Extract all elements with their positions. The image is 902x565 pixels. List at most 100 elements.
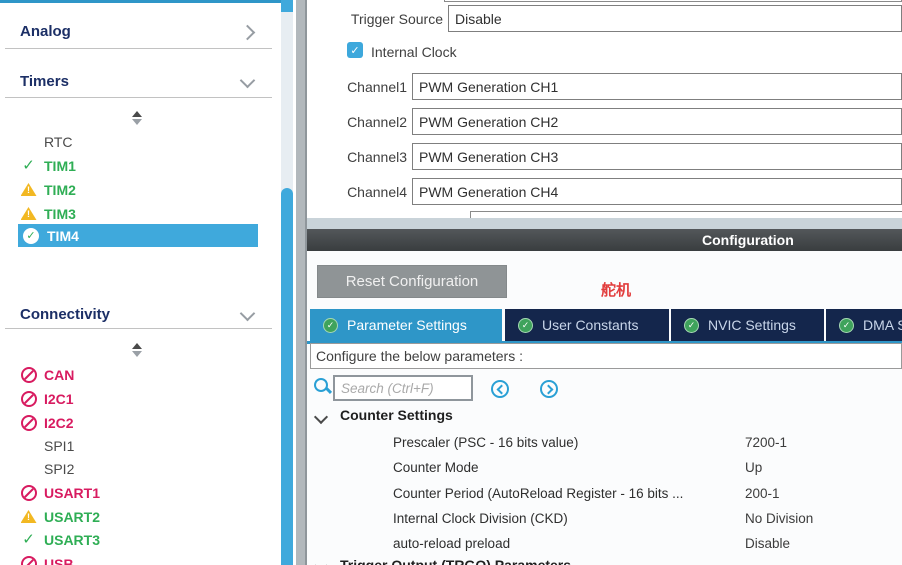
sidebar-section-analog[interactable]: Analog [20,23,71,40]
sidebar-item-label: TIM3 [44,206,76,222]
sidebar-item-spi2[interactable]: SPI2 [20,460,74,477]
configuration-header-bar [307,229,902,251]
chevron-right-icon[interactable] [240,25,256,41]
channel3-value: PWM Generation CH3 [419,149,558,165]
sidebar-item-spi1[interactable]: SPI1 [20,437,74,454]
internal-clock-label: Internal Clock [371,44,457,60]
sidebar-top-accent [0,0,296,3]
divider [5,328,272,329]
mode-config-divider [307,218,902,229]
search-input[interactable] [333,375,473,401]
sidebar-item-usart2[interactable]: USART2 [20,508,100,525]
channel1-dropdown[interactable]: PWM Generation CH1 [412,73,902,100]
sidebar-item-label: I2C2 [44,415,74,431]
search-next-button[interactable] [540,380,558,398]
tab-user-constants[interactable]: User Constants [505,309,669,341]
chevron-down-icon[interactable] [240,73,256,89]
param-value[interactable]: Up [745,460,762,475]
warning-icon [20,206,37,222]
sidebar-item-label: USART2 [44,509,100,525]
param-name: Counter Mode [393,460,741,475]
instruction-box: Configure the below parameters : [310,343,902,369]
blocked-icon [20,485,37,501]
tab-nvic-settings[interactable]: NVIC Settings [671,309,824,341]
blank-icon [20,134,37,150]
param-name: auto-reload preload [393,536,741,551]
sidebar-item-label: USART3 [44,532,100,548]
sidebar-item-label: SPI1 [44,438,74,454]
sidebar-item-label: TIM1 [44,158,76,174]
chevron-down-icon[interactable] [240,306,256,322]
check-icon [20,158,37,174]
sidebar-item-label: CAN [44,367,74,383]
internal-clock-checkbox[interactable] [347,42,363,58]
group-trigger-output[interactable]: Trigger Output (TRGO) Parameters [340,557,571,565]
param-value[interactable]: No Division [745,511,813,526]
search-icon [314,378,328,392]
chevron-right-icon [543,384,553,394]
channel2-label: Channel2 [307,114,407,130]
group-counter-settings[interactable]: Counter Settings [340,407,453,423]
param-name: Counter Period (AutoReload Register - 16… [393,486,741,501]
chevron-left-icon [496,384,506,394]
tab-label: Parameter Settings [347,317,467,333]
blocked-icon [20,391,37,407]
cubemx-pinout-config-window: Analog Timers RTC TIM1 TIM2 TIM3 TIM4 Co… [0,0,902,565]
sidebar-item-tim3[interactable]: TIM3 [20,205,76,222]
sidebar-section-timers[interactable]: Timers [20,73,69,90]
sidebar-scrollbar-top [281,0,293,12]
channel1-label: Channel1 [307,79,407,95]
channel2-dropdown[interactable]: PWM Generation CH2 [412,108,902,135]
reset-configuration-button[interactable]: Reset Configuration [317,265,507,298]
sidebar-item-tim1[interactable]: TIM1 [20,157,76,174]
tab-dma-settings[interactable]: DMA S [826,309,902,341]
param-value[interactable]: Disable [745,536,790,551]
sort-spinner-icon[interactable] [131,343,143,357]
tab-label: DMA S [863,317,902,333]
sidebar-section-connectivity[interactable]: Connectivity [20,306,110,323]
trigger-source-value: Disable [455,11,502,27]
sidebar-item-rtc[interactable]: RTC [20,133,73,150]
search-previous-button[interactable] [491,380,509,398]
sidebar-item-can[interactable]: CAN [20,366,74,383]
sidebar-item-tim4-selected[interactable]: TIM4 [18,224,258,247]
check-icon [20,532,37,548]
blank-icon [20,461,37,477]
channel3-dropdown[interactable]: PWM Generation CH3 [412,143,902,170]
blocked-icon [20,415,37,431]
channel4-dropdown[interactable]: PWM Generation CH4 [412,178,902,205]
sort-spinner-icon[interactable] [131,111,143,125]
sidebar-item-i2c2[interactable]: I2C2 [20,414,74,431]
sidebar-item-i2c1[interactable]: I2C1 [20,390,74,407]
tab-label: User Constants [542,317,638,333]
check-badge-icon [518,318,533,333]
sidebar-item-label: USB [44,556,74,565]
sidebar-item-label: RTC [44,134,73,150]
sidebar-item-label: USART1 [44,485,100,501]
param-value[interactable]: 7200-1 [745,435,787,450]
blocked-icon [20,367,37,383]
sidebar-item-usart3[interactable]: USART3 [20,531,100,548]
tab-parameter-settings[interactable]: Parameter Settings [310,309,502,341]
sidebar-item-label: I2C1 [44,391,74,407]
check-badge-icon [323,318,338,333]
check-badge-icon [839,318,854,333]
configuration-title: Configuration [702,232,794,248]
blank-icon [20,438,37,454]
channel4-label: Channel4 [307,184,407,200]
param-value[interactable]: 200-1 [745,486,780,501]
check-badge-icon [23,228,39,244]
param-name: Prescaler (PSC - 16 bits value) [393,435,741,450]
trigger-source-label: Trigger Source [307,11,443,27]
warning-icon [20,509,37,525]
channel1-value: PWM Generation CH1 [419,79,558,95]
tab-label: NVIC Settings [708,317,796,333]
param-name: Internal Clock Division (CKD) [393,511,741,526]
trigger-source-dropdown[interactable]: Disable [448,5,902,32]
sidebar-item-tim2[interactable]: TIM2 [20,181,76,198]
warning-icon [20,182,37,198]
sidebar-item-usb[interactable]: USB [20,555,74,565]
sidebar-item-usart1[interactable]: USART1 [20,484,100,501]
sidebar-scrollbar-thumb[interactable] [281,188,293,565]
blocked-icon [20,556,37,565]
